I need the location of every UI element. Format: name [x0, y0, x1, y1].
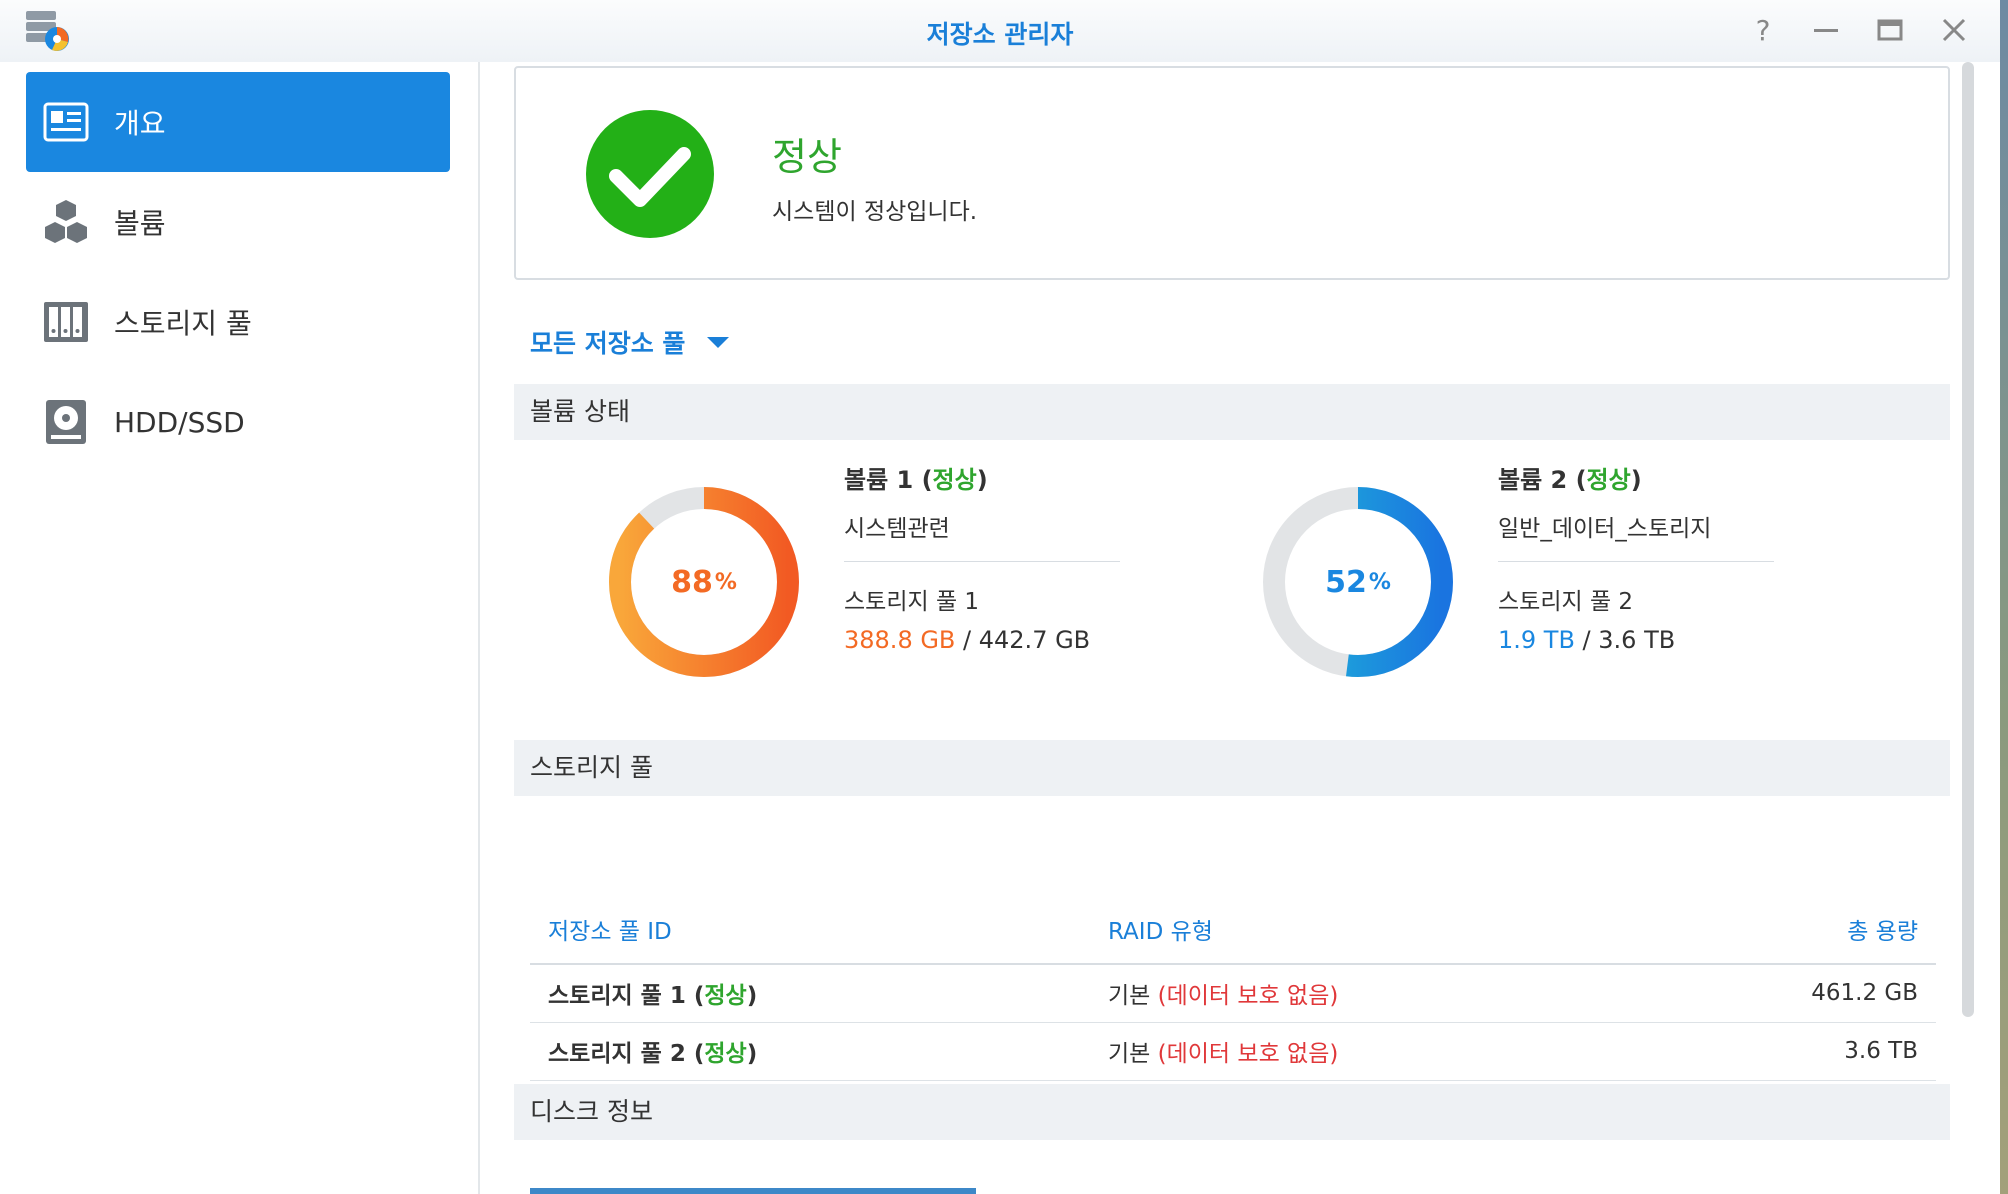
sidebar-item-storage-pool[interactable]: 스토리지 풀 [26, 272, 450, 372]
cubes-icon [42, 198, 90, 246]
sidebar-item-hdd-ssd[interactable]: HDD/SSD [26, 372, 450, 472]
system-status-panel: 정상 시스템이 정상입니다. [514, 66, 1950, 280]
volume-1-description: 시스템관련 [844, 516, 950, 542]
volume-1-pool: 스토리지 풀 1 [844, 589, 980, 615]
close-icon[interactable] [1934, 12, 1974, 48]
volume-1-percent: 88% [671, 564, 737, 600]
volume-1-usage: 388.8 GB / 442.7 GB [844, 626, 1091, 654]
minimize-icon[interactable] [1806, 12, 1846, 48]
sidebar-item-label: HDD/SSD [114, 405, 245, 439]
chevron-down-icon [707, 336, 730, 348]
column-total-capacity[interactable]: 총 용량 [1627, 894, 1936, 965]
volume-2-info: 볼륨 2 (정상) 일반_데이터_스토리지 스토리지 풀 2 1.9 TB / … [1498, 460, 1774, 654]
volume-1-name: 볼륨 1 (정상) [844, 466, 988, 494]
volume-2-description: 일반_데이터_스토리지 [1498, 516, 1712, 542]
window-title: 저장소 관리자 [926, 20, 1074, 49]
raid-type-cell: 기본 (데이터 보호 없음) [1090, 964, 1628, 1023]
raid-type-cell: 기본 (데이터 보호 없음) [1090, 1022, 1628, 1081]
column-raid-type[interactable]: RAID 유형 [1090, 894, 1628, 965]
volume-2-usage: 1.9 TB / 3.6 TB [1498, 626, 1676, 654]
sidebar-item-label: 스토리지 풀 [114, 307, 252, 340]
table-row[interactable]: 스토리지 풀 2 (정상) 기본 (데이터 보호 없음) 3.6 TB [530, 1022, 1936, 1081]
pool-name-cell: 스토리지 풀 2 (정상) [530, 1022, 1090, 1081]
content-scrollbar[interactable] [1962, 62, 1974, 1017]
sidebar-item-label: 개요 [114, 107, 166, 140]
main-content: 정상 시스템이 정상입니다. 모든 저장소 풀 볼륨 상태 88% 볼륨 1 ( [482, 62, 1992, 1194]
maximize-icon[interactable] [1870, 12, 1910, 48]
table-row[interactable]: 스토리지 풀 1 (정상) 기본 (데이터 보호 없음) 461.2 GB [530, 964, 1936, 1023]
volume-1-info: 볼륨 1 (정상) 시스템관련 스토리지 풀 1 388.8 GB / 442.… [844, 460, 1120, 654]
status-description: 시스템이 정상입니다. [772, 199, 978, 225]
help-icon[interactable]: ? [1743, 12, 1783, 48]
sidebar-item-label: 볼륨 [114, 207, 166, 240]
divider [1498, 561, 1774, 562]
volume-2-name: 볼륨 2 (정상) [1498, 466, 1642, 494]
disk-icon [42, 398, 90, 446]
table-header-row: 저장소 풀 ID RAID 유형 총 용량 [530, 894, 1936, 965]
storage-pool-icon [42, 298, 90, 346]
volume-2-pool: 스토리지 풀 2 [1498, 589, 1634, 615]
volume-2-percent: 52% [1325, 564, 1391, 600]
pool-filter-label: 모든 저장소 풀 [530, 329, 686, 358]
capacity-cell: 461.2 GB [1627, 964, 1936, 1023]
sidebar-item-overview[interactable]: 개요 [26, 72, 450, 172]
check-circle-icon [586, 110, 714, 238]
column-pool-id[interactable]: 저장소 풀 ID [530, 894, 1090, 965]
volume-status-header: 볼륨 상태 [514, 384, 1950, 440]
pool-filter-dropdown[interactable]: 모든 저장소 풀 [530, 324, 730, 360]
disk-info-tab-indicator [530, 1188, 976, 1194]
title-bar[interactable]: 저장소 관리자 ? [0, 0, 2000, 62]
sidebar-item-volume[interactable]: 볼륨 [26, 172, 450, 272]
divider [844, 561, 1120, 562]
status-title: 정상 [772, 135, 842, 179]
storage-manager-window: 저장소 관리자 ? 개요 볼륨 스토리지 풀 HDD/SSD 정상 시스템이 정… [0, 0, 2000, 1194]
pool-name-cell: 스토리지 풀 1 (정상) [530, 964, 1090, 1023]
storage-pool-table: 저장소 풀 ID RAID 유형 총 용량 스토리지 풀 1 (정상) 기본 (… [530, 894, 1936, 1081]
disk-info-header: 디스크 정보 [514, 1084, 1950, 1140]
storage-pool-header: 스토리지 풀 [514, 740, 1950, 796]
desktop-edge [2000, 0, 2008, 1194]
overview-icon [42, 98, 90, 146]
sidebar: 개요 볼륨 스토리지 풀 HDD/SSD [0, 62, 480, 1194]
capacity-cell: 3.6 TB [1627, 1022, 1936, 1081]
